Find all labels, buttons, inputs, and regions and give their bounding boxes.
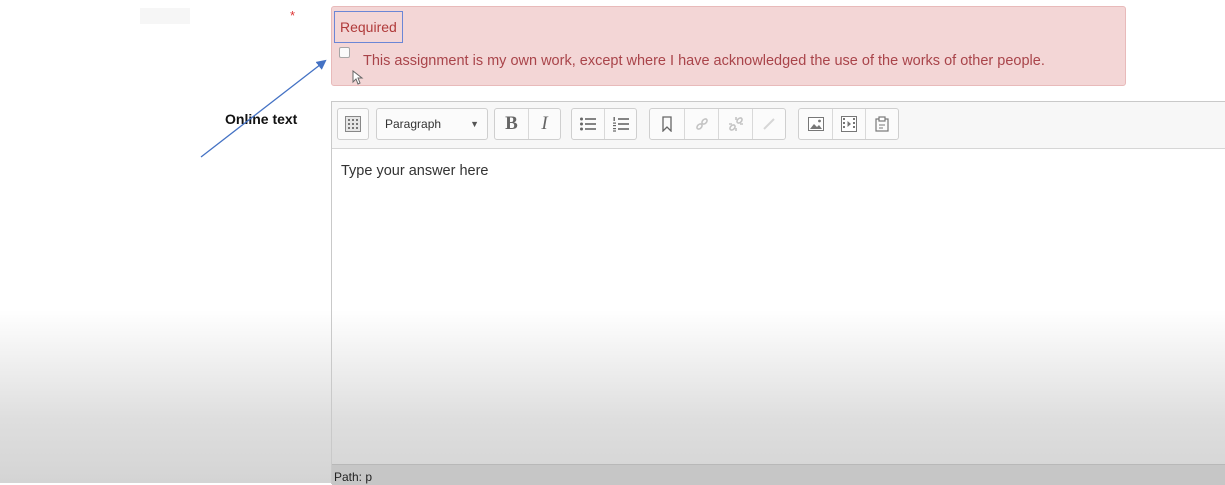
chevron-down-icon: ▼ [470, 119, 479, 129]
toolbar-group-toggle [337, 108, 369, 140]
unordered-list-button[interactable] [572, 109, 604, 139]
media-icon [841, 116, 857, 132]
ordered-list-button[interactable] [604, 109, 636, 139]
toolbar-grid-icon [345, 116, 361, 132]
bold-button[interactable]: B [495, 109, 528, 139]
unlink-button[interactable] [718, 109, 752, 139]
required-error-label: Required [334, 11, 403, 43]
online-text-editor: Paragraph ▼ B I Type your answer here Pa… [331, 101, 1225, 485]
toolbar-group-media [798, 108, 899, 140]
required-marker: * [290, 8, 296, 23]
bold-icon: B [505, 113, 518, 134]
toolbar-group-format: Paragraph ▼ [376, 108, 488, 140]
editor-content-area[interactable]: Type your answer here [341, 163, 489, 179]
acknowledgement-label[interactable]: This assignment is my own work, except w… [363, 53, 1045, 69]
image-icon [807, 117, 824, 131]
editor-toolbar: Paragraph ▼ B I [332, 102, 1225, 149]
mouse-cursor-icon [352, 69, 364, 91]
unlink-icon [728, 116, 744, 132]
insert-image-button[interactable] [799, 109, 832, 139]
emoticon-icon [761, 116, 777, 132]
acknowledgement-checkbox[interactable] [339, 47, 350, 58]
manage-files-button[interactable] [865, 109, 898, 139]
bullet-list-icon [579, 116, 597, 132]
toolbar-group-lists [571, 108, 637, 140]
editor-placeholder-text: Type your answer here [341, 163, 489, 179]
insert-media-button[interactable] [832, 109, 865, 139]
emoticon-button[interactable] [752, 109, 785, 139]
bookmark-icon [661, 116, 673, 132]
block-format-dropdown[interactable]: Paragraph ▼ [377, 109, 487, 139]
online-text-label: Online text [225, 111, 298, 127]
editor-status-bar: Path: p [332, 464, 1225, 485]
toggle-toolbar-button[interactable] [338, 109, 368, 139]
acknowledgement-error-box: Required This assignment is my own work,… [331, 6, 1126, 86]
anchor-button[interactable] [650, 109, 684, 139]
element-path: Path: p [334, 470, 373, 484]
toolbar-group-links [649, 108, 786, 140]
faint-placeholder [140, 8, 190, 24]
toolbar-group-style: B I [494, 108, 561, 140]
link-icon [694, 116, 710, 132]
italic-button[interactable]: I [528, 109, 560, 139]
numbered-list-icon [612, 116, 630, 132]
block-format-value: Paragraph [385, 117, 442, 131]
files-icon [875, 116, 889, 132]
italic-icon: I [541, 113, 548, 134]
link-button[interactable] [684, 109, 718, 139]
